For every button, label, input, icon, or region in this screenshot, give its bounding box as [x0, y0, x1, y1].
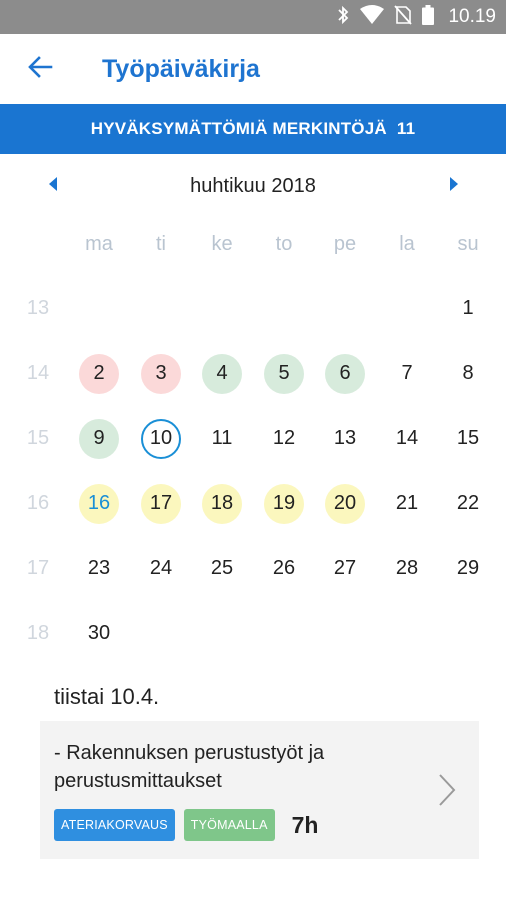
calendar-grid: ma ti ke to pe la su 13 1 14 2 3 4 5 6 7 8 15 9 10 11 12 13 14…: [0, 212, 506, 666]
tag-meal-allowance: ATERIAKORVAUS: [54, 809, 175, 841]
week-row: 13 1: [0, 276, 506, 341]
banner-text: HYVÄKSYMÄTTÖMIÄ MERKINTÖJÄ: [90, 119, 387, 138]
status-time: 10.19: [448, 6, 496, 27]
week-row: 15 9 10 11 12 13 14 15: [0, 406, 506, 471]
bluetooth-icon: [336, 5, 350, 30]
calendar-day[interactable]: 27: [325, 549, 365, 589]
weekday-label: ma: [85, 232, 113, 255]
weekday-label: ke: [211, 232, 233, 255]
status-bar: 10.19: [0, 0, 506, 34]
calendar-day[interactable]: 17: [141, 483, 181, 524]
calendar-day[interactable]: 6: [325, 353, 365, 394]
calendar-day[interactable]: 7: [387, 354, 427, 394]
weekday-label: pe: [333, 232, 357, 255]
battery-icon: [422, 4, 435, 30]
unapproved-entries-banner[interactable]: HYVÄKSYMÄTTÖMIÄ MERKINTÖJÄ 11: [0, 104, 506, 154]
calendar-day[interactable]: 13: [325, 419, 365, 459]
weekday-header-row: ma ti ke to pe la su: [0, 212, 506, 276]
calendar-day[interactable]: 11: [202, 419, 242, 459]
tag-on-site: TYÖMAALLA: [183, 809, 275, 841]
entry-title: - Rakennuksen perustustyöt ja perustusmi…: [54, 742, 325, 792]
week-row: 18 30: [0, 601, 506, 666]
weekday-label: ti: [156, 232, 166, 255]
calendar-day[interactable]: 25: [202, 549, 242, 589]
calendar-day[interactable]: 2: [79, 353, 119, 394]
calendar-day[interactable]: 24: [141, 549, 181, 589]
weekday-label: su: [457, 232, 479, 255]
calendar-day[interactable]: 5: [264, 353, 304, 394]
month-navigation: huhtikuu 2018: [0, 160, 506, 212]
calendar-day[interactable]: 30: [79, 614, 119, 654]
week-row: 17 23 24 25 26 27 28 29: [0, 536, 506, 601]
month-label: huhtikuu 2018: [190, 174, 316, 197]
calendar-day[interactable]: 16: [79, 483, 119, 524]
calendar-day[interactable]: 19: [264, 483, 304, 524]
weekday-label: to: [275, 232, 293, 255]
calendar-day[interactable]: 29: [448, 549, 488, 589]
previous-month-button[interactable]: [40, 173, 66, 199]
week-number: 17: [26, 557, 50, 579]
back-button[interactable]: [0, 34, 80, 104]
calendar-day[interactable]: 8: [448, 354, 488, 394]
selected-day-label: tiistai 10.4.: [54, 684, 160, 709]
weekday-label: la: [399, 232, 415, 255]
calendar-day[interactable]: 1: [448, 289, 488, 329]
app-bar: Työpäiväkirja: [0, 34, 506, 104]
week-number: 13: [26, 297, 50, 319]
calendar-day[interactable]: 15: [448, 419, 488, 459]
calendar-day[interactable]: 3: [141, 353, 181, 394]
banner-count: 11: [396, 119, 416, 138]
entry-tags: ATERIAKORVAUS TYÖMAALLA 7h: [54, 809, 465, 841]
page-title: Työpäiväkirja: [102, 54, 260, 83]
work-entry-card[interactable]: - Rakennuksen perustustyöt ja perustusmi…: [40, 721, 479, 859]
chevron-right-icon: [437, 773, 457, 812]
calendar-day[interactable]: 14: [387, 419, 427, 459]
calendar-day[interactable]: 12: [264, 419, 304, 459]
next-month-button[interactable]: [441, 173, 467, 199]
no-sim-icon: [394, 4, 413, 30]
calendar-day[interactable]: 22: [448, 484, 488, 524]
caret-right-icon: [449, 176, 459, 196]
week-number: 18: [26, 622, 50, 644]
calendar-day[interactable]: 4: [202, 353, 242, 394]
entry-hours: 7h: [291, 811, 319, 838]
week-number: 15: [26, 427, 50, 449]
week-row: 16 16 17 18 19 20 21 22: [0, 471, 506, 536]
wifi-icon: [360, 4, 385, 30]
week-number: 14: [26, 362, 50, 384]
calendar-day[interactable]: 9: [79, 418, 119, 459]
calendar-day[interactable]: 23: [79, 549, 119, 589]
week-number: 16: [26, 492, 50, 514]
calendar-day[interactable]: 10: [141, 418, 181, 459]
calendar-day[interactable]: 20: [325, 483, 365, 524]
calendar-day[interactable]: 18: [202, 483, 242, 524]
arrow-left-icon: [27, 55, 53, 84]
calendar-day[interactable]: 28: [387, 549, 427, 589]
caret-left-icon: [48, 176, 58, 196]
calendar-day[interactable]: 26: [264, 549, 304, 589]
calendar-day[interactable]: 21: [387, 484, 427, 524]
week-row: 14 2 3 4 5 6 7 8: [0, 341, 506, 406]
